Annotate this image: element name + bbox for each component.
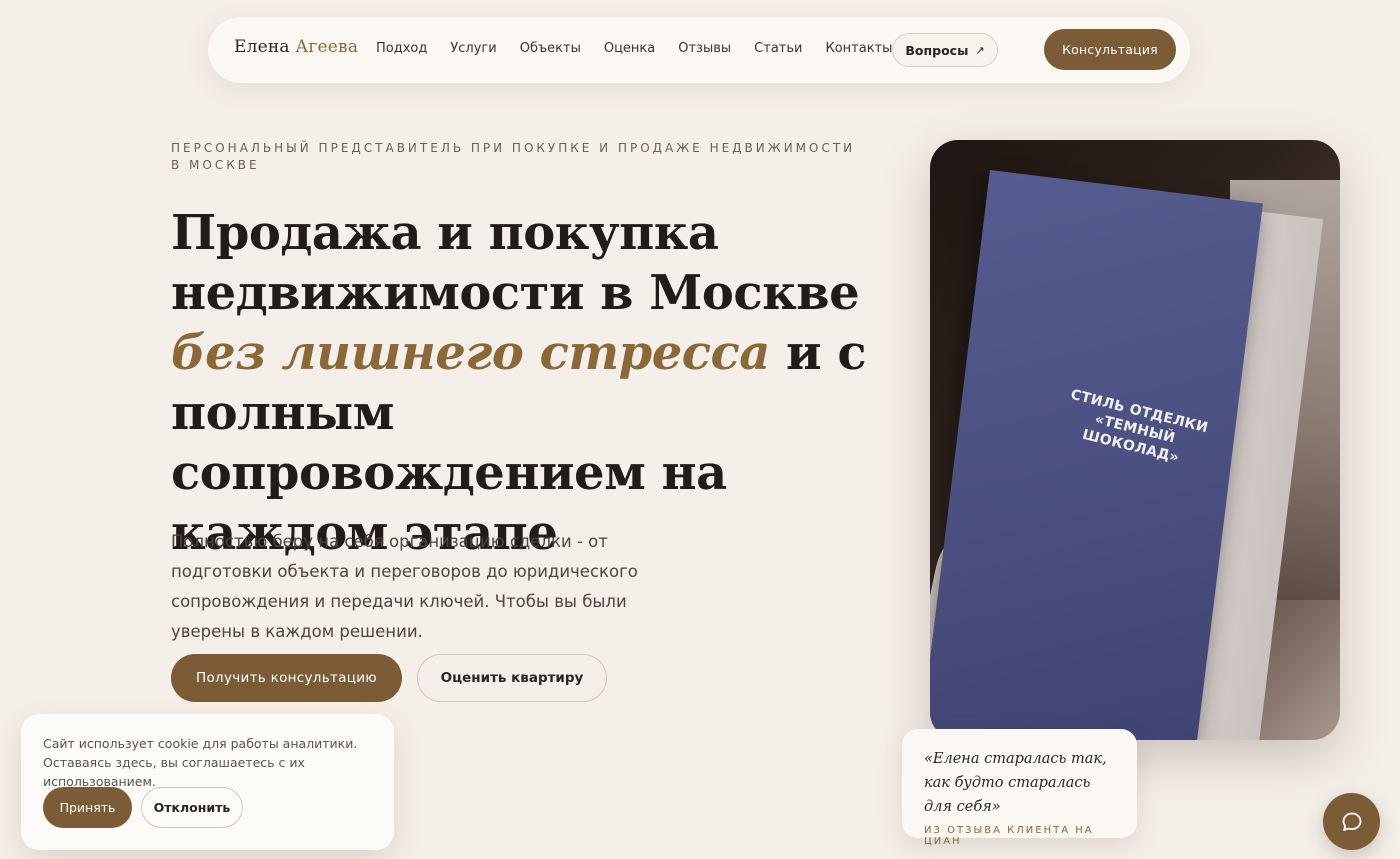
- evaluate-apartment-button[interactable]: Оценить квартиру: [417, 654, 607, 702]
- questions-button[interactable]: Вопросы ↗: [892, 33, 998, 67]
- nav-link-properties[interactable]: Объекты: [520, 41, 581, 56]
- headline-part-1: Продажа и покупка недвижимости в Москве: [171, 205, 860, 321]
- nav-link-approach[interactable]: Подход: [376, 41, 427, 56]
- hero-headline: Продажа и покупка недвижимости в Москве …: [171, 203, 871, 563]
- testimonial-quote: «Елена старалась так, как будто старалас…: [924, 751, 1107, 815]
- hero-kicker: Персональный представитель при покупке и…: [171, 141, 856, 172]
- hero-photo: СТИЛЬ ОТДЕЛКИ «ТЕМНЫЙ ШОКОЛАД»: [930, 140, 1340, 740]
- nav-link-valuation[interactable]: Оценка: [604, 41, 655, 56]
- arrow-up-right-icon: ↗: [975, 43, 985, 57]
- hero-lead-text: Полностью беру на себя организацию сделк…: [171, 532, 638, 641]
- testimonial-card: «Елена старалась так, как будто старалас…: [902, 729, 1137, 847]
- nav-link-services[interactable]: Услуги: [450, 41, 496, 56]
- cookie-banner: Сайт использует cookie для работы аналит…: [21, 714, 394, 850]
- cookie-message: Сайт использует cookie для работы аналит…: [43, 736, 358, 789]
- top-navigation: Елена Агеева Подход Услуги Объекты Оценк…: [208, 17, 1190, 83]
- questions-button-label: Вопросы: [905, 42, 969, 58]
- logo-last-name: Агеева: [295, 37, 359, 57]
- consultation-button[interactable]: Консультация: [1044, 29, 1176, 70]
- cookie-accept-button[interactable]: Принять: [43, 787, 132, 828]
- get-consultation-button[interactable]: Получить консультацию: [171, 654, 402, 702]
- headline-accent: без лишнего стресса: [171, 325, 770, 381]
- testimonial-source: Из отзыва клиента на ЦИАН: [924, 825, 1094, 847]
- nav-link-contacts[interactable]: Контакты: [825, 41, 892, 56]
- chat-bubble-icon: [1342, 812, 1361, 831]
- cookie-decline-button[interactable]: Отклонить: [141, 787, 243, 828]
- logo-first-name: Елена: [234, 37, 290, 57]
- nav-link-reviews[interactable]: Отзывы: [678, 41, 731, 56]
- nav-link-articles[interactable]: Статьи: [754, 41, 802, 56]
- nav-links: Подход Услуги Объекты Оценка Отзывы Стат…: [376, 41, 915, 56]
- chat-button[interactable]: [1323, 793, 1380, 850]
- site-logo[interactable]: Елена Агеева: [234, 37, 358, 57]
